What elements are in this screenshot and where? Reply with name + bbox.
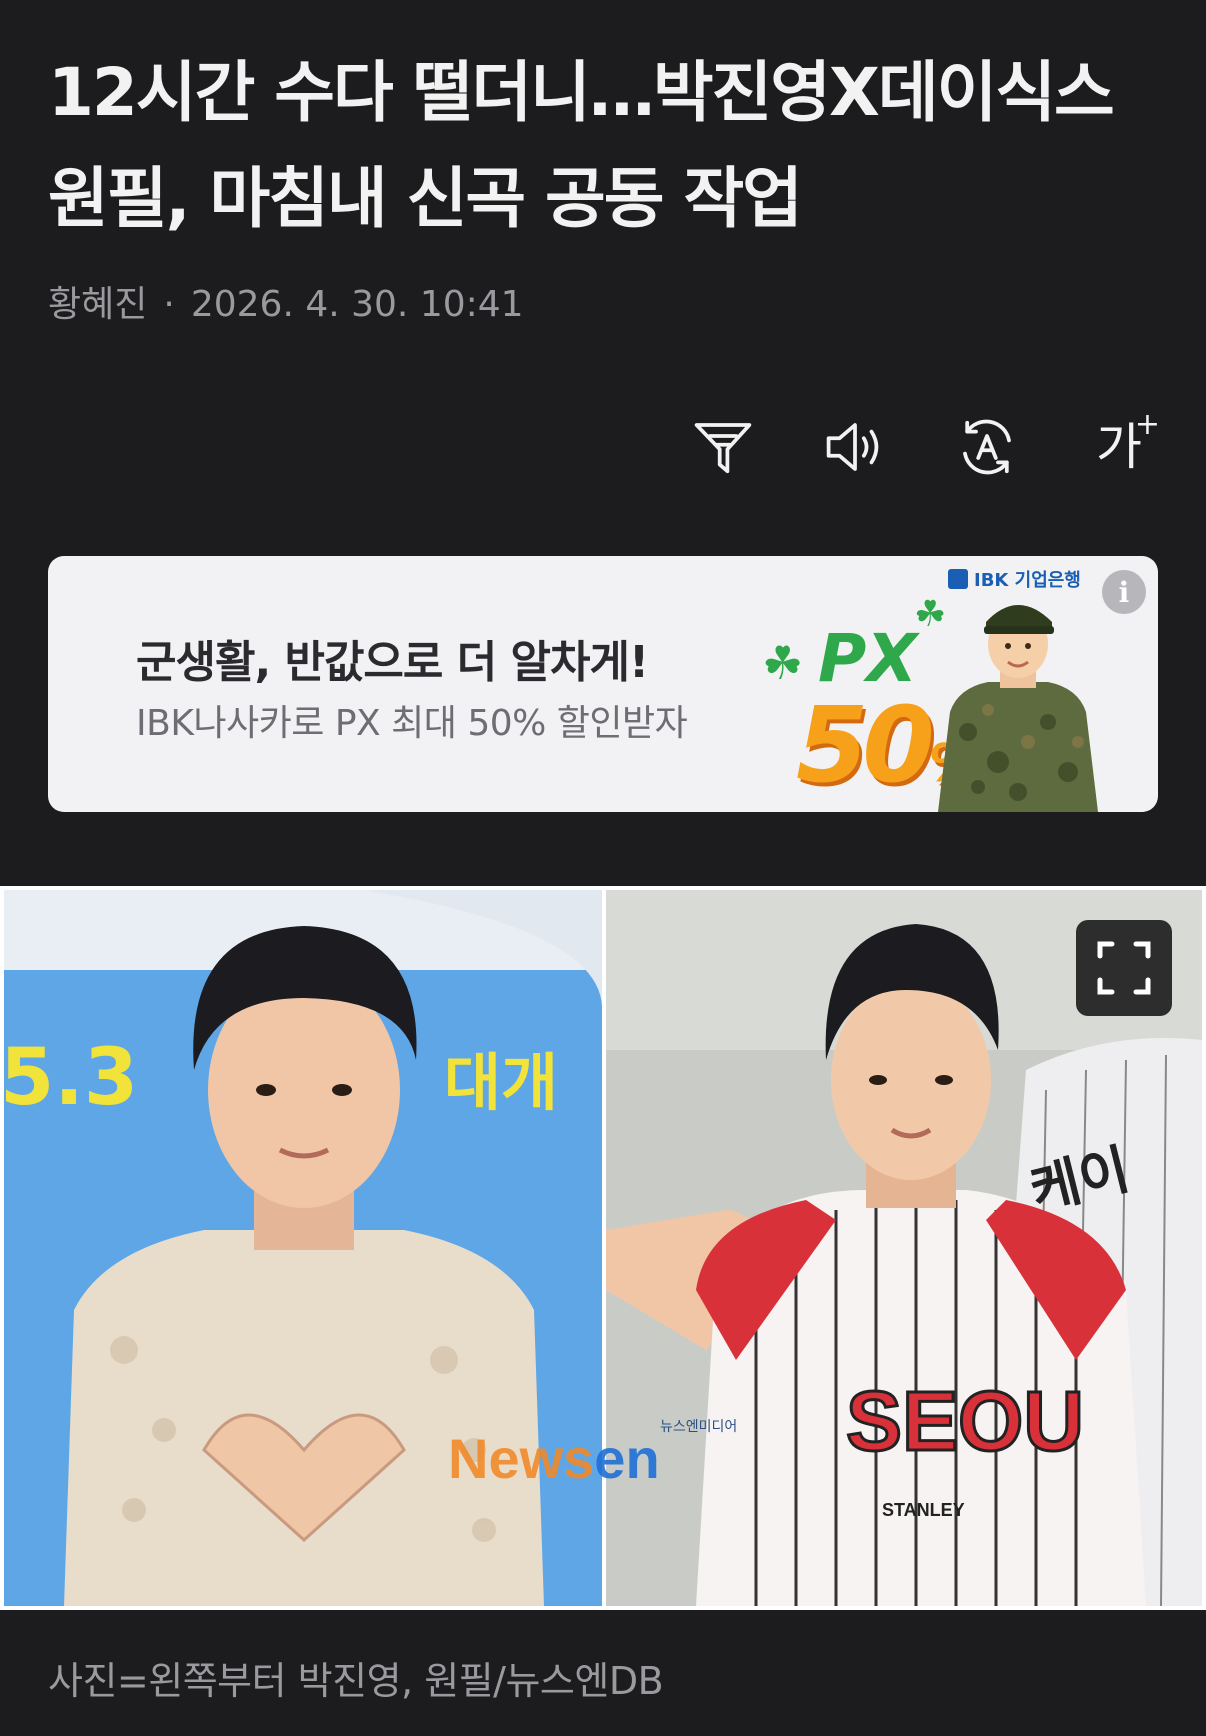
author-name[interactable]: 황혜진 — [48, 284, 147, 325]
filter-icon — [694, 423, 752, 474]
newsen-watermark-small: 뉴스엔미디어 — [660, 1419, 738, 1435]
ibk-logo-icon — [948, 569, 968, 589]
translate-icon — [963, 419, 1011, 475]
svg-text:STANLEY: STANLEY — [882, 1500, 965, 1520]
translate-button[interactable] — [952, 412, 1022, 482]
soldier-illustration — [938, 605, 1098, 812]
listen-button[interactable] — [820, 412, 890, 482]
article-meta: 황혜진 · 2026. 4. 30. 10:41 — [48, 282, 524, 328]
font-size-icon: 가 + — [1096, 407, 1160, 476]
svg-text:5.3: 5.3 — [4, 1033, 138, 1123]
speaker-icon — [826, 423, 879, 471]
expand-icon — [1097, 941, 1151, 995]
clover-icon: ☘ — [762, 636, 804, 690]
photo-left-park-jinyoung: 5.3 대개 — [4, 890, 602, 1606]
article-title: 12시간 수다 떨더니…박진영X데이식스 원필, 마침내 신곡 공동 작업 — [48, 54, 1115, 237]
article-toolbar: 가 + — [688, 407, 1160, 482]
publish-date: 2026. 4. 30. 10:41 — [190, 284, 524, 325]
ad-subline: IBK나사카로 PX 최대 50% 할인받자 — [136, 703, 688, 744]
article-photo[interactable]: 5.3 대개 케이 SEOU STANLEY Newsen 뉴스엔미디어 — [0, 886, 1206, 1610]
ad-info-button[interactable]: i — [1102, 570, 1146, 614]
font-size-button[interactable]: 가 + — [1084, 407, 1160, 482]
ad-brand-logo: IBK 기업은행 — [948, 566, 1081, 592]
svg-text:대개: 대개 — [444, 1046, 558, 1119]
summary-filter-button[interactable] — [688, 412, 758, 482]
meta-separator: · — [163, 284, 175, 325]
photo-caption: 사진=왼쪽부터 박진영, 원필/뉴스엔DB — [48, 1659, 664, 1703]
photo-right-wonpil: 케이 SEOU STANLEY — [606, 890, 1202, 1606]
ad-banner[interactable]: 군생활, 반값으로 더 알차게! IBK나사카로 PX 최대 50% 할인받자 … — [48, 556, 1158, 812]
ad-headline: 군생활, 반값으로 더 알차게! — [136, 637, 649, 688]
fullscreen-button[interactable] — [1076, 920, 1172, 1016]
newsen-watermark: Newsen — [448, 1427, 660, 1490]
svg-text:SEOU: SEOU — [846, 1374, 1084, 1468]
